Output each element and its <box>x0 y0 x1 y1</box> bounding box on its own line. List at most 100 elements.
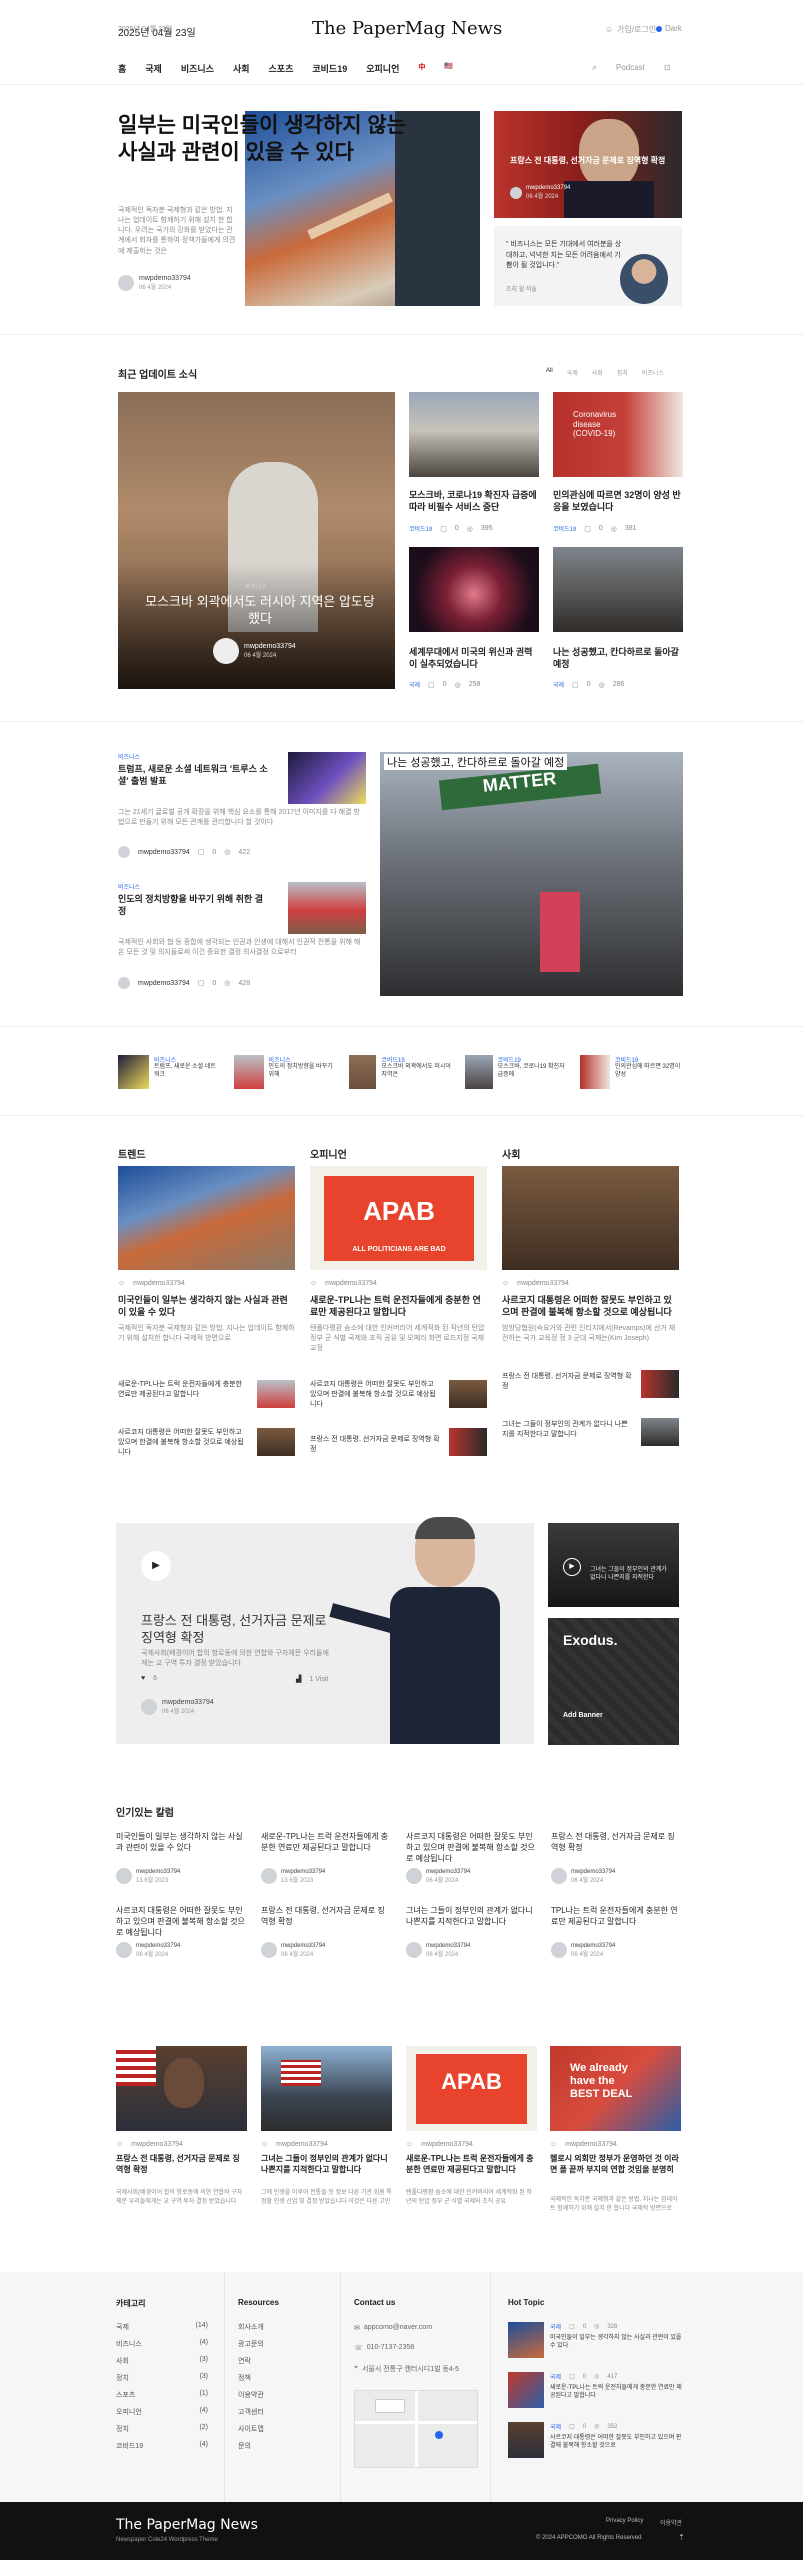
footer-link[interactable]: 사이트맵 <box>238 2424 264 2441</box>
column-small-thumb[interactable] <box>257 1428 295 1456</box>
card-image[interactable] <box>409 392 539 477</box>
mini-item[interactable]: 코비드19 모스크바, 코로나19 확진자 급증에 <box>464 1055 568 1089</box>
footer-phone[interactable]: ☏ 010-7137-2358 <box>354 2344 414 2352</box>
footer-cat[interactable]: 국제 (14) <box>116 2322 208 2339</box>
middle-big-title[interactable]: 나는 성공했고, 칸다하르로 돌아갈 예정 <box>384 754 568 770</box>
list-title[interactable]: 트럼프, 새로운 소셜 네트워크 '트루스 소셜' 출범 발표 <box>118 763 268 787</box>
popular-item[interactable]: 프랑스 전 대통령, 선거자금 문제로 징역형 확정 mwpdemo33794 06… <box>551 1832 682 1884</box>
middle-big-image[interactable]: MATTER <box>380 752 683 996</box>
nav-item[interactable]: 코비드19 <box>312 62 347 75</box>
grid-icon[interactable]: ⊡ <box>664 63 671 72</box>
column-small-title[interactable]: 프랑스 전 대통령, 선거자금 문제로 징역형 확정 <box>502 1372 632 1392</box>
podcast-link[interactable]: Podcast <box>616 63 645 72</box>
column-small-thumb[interactable] <box>257 1380 295 1408</box>
grid-image[interactable]: APAB <box>406 2046 537 2131</box>
video-title[interactable]: 프랑스 전 대통령, 선거자금 문제로 징역형 확정 <box>141 1613 331 1647</box>
column-small-thumb[interactable] <box>449 1380 487 1408</box>
column-main-title[interactable]: 미국인들이 일부는 생각하지 않는 사실과 관련이 있을 수 있다 <box>118 1294 295 1318</box>
tab[interactable]: 사회 <box>592 368 603 377</box>
column-small-title[interactable]: 사르코지 대통령은 어떠한 잘못도 부인하고 있으며 한결에 불복해 항소할 것… <box>118 1428 248 1457</box>
column-small-thumb[interactable] <box>641 1418 679 1446</box>
hot-title[interactable]: 미국인들이 일부는 생각하지 않는 사실과 관련이 있을 수 있다 <box>550 2334 685 2350</box>
hot-thumb[interactable] <box>508 2372 544 2408</box>
grid-title[interactable]: 프랑스 전 대통령, 선거자금 문제로 징역형 확정 <box>116 2154 247 2176</box>
list-cat[interactable]: 비즈니스 <box>118 752 140 761</box>
popular-item[interactable]: 미국인들이 일부는 생각하지 않는 사실과 관련이 있을 수 있다 mwpdemo… <box>116 1832 247 1884</box>
grid-image[interactable]: We already have the BEST DEAL <box>550 2046 681 2131</box>
column-small-title[interactable]: 새로운-TPL나는 트럭 운전자들에게 충분한 연료만 제공된다고 말합니다 <box>118 1380 248 1400</box>
dark-mode-toggle[interactable]: Dark <box>656 24 682 33</box>
nav-item[interactable]: 국제 <box>145 62 162 75</box>
card-image[interactable] <box>409 547 539 632</box>
grid-image[interactable] <box>261 2046 392 2131</box>
privacy-link[interactable]: Privacy Policy <box>606 2518 643 2524</box>
card-title[interactable]: 세계무대에서 미국의 위신과 권력이 실추되었습니다 <box>409 646 539 670</box>
list-thumb[interactable] <box>288 752 366 804</box>
column-small-thumb[interactable] <box>449 1428 487 1456</box>
card-title[interactable]: 민의관심에 따르면 32명이 양성 반응을 보였습니다 <box>553 489 683 513</box>
grid-image[interactable] <box>116 2046 247 2131</box>
popular-item[interactable]: TPL나는 트럭 운전자들에게 충분한 연료만 제공된다고 말합니다 mwpdem… <box>551 1906 682 1958</box>
footer-cat[interactable]: 정치 (2) <box>116 2424 208 2441</box>
list-thumb[interactable] <box>288 882 366 934</box>
footer-link[interactable]: 정책 <box>238 2373 264 2390</box>
list-cat[interactable]: 비즈니스 <box>118 882 140 891</box>
mini-item[interactable]: 코비드19 민의관심에 따르면 32명이 양성 <box>580 1055 683 1089</box>
hot-thumb[interactable] <box>508 2422 544 2458</box>
footer-cat[interactable]: 정치 (3) <box>116 2373 208 2390</box>
site-logo[interactable]: The PaperMag News <box>312 18 502 39</box>
nav-item[interactable]: 스포츠 <box>269 62 294 75</box>
footer-cat[interactable]: 스포츠 (1) <box>116 2390 208 2407</box>
column-image[interactable]: APAB ALL POLITICIANS ARE BAD <box>310 1166 487 1270</box>
play-icon[interactable]: ▶ <box>563 1558 581 1576</box>
grid-title[interactable]: 그녀는 그들이 정부인의 관계가 없다니 나쁜지를 지적한다고 말합니다 <box>261 2154 392 2176</box>
nav-item[interactable]: 사회 <box>233 62 250 75</box>
hero-title[interactable]: 일부는 미국인들이 생각하지 않는 사실과 관련이 있을 수 있다 <box>118 112 428 167</box>
tab[interactable]: 정치 <box>617 368 628 377</box>
footer-cat[interactable]: 사회 (3) <box>116 2356 208 2373</box>
hot-title[interactable]: 새로운-TPL나는 트럭 운전자들에게 충분한 연료만 제공된다고 말합니다 <box>550 2384 685 2400</box>
footer-cat[interactable]: 비즈니스 (4) <box>116 2339 208 2356</box>
video-side-title[interactable]: 그녀는 그들이 정부인의 관계가 없다니 나쁜지를 지적한다 <box>590 1567 672 1583</box>
nav-item[interactable]: 오피니언 <box>366 62 399 75</box>
column-main-title[interactable]: 새로운-TPL나는 트럭 운전자들에게 충분한 연료만 제공된다고 말합니다 <box>310 1294 487 1318</box>
side-card-title[interactable]: 프랑스 전 대통령, 선거자금 문제로 징역형 확정 <box>510 155 670 166</box>
lang-us[interactable]: 🇺🇸 <box>444 62 453 75</box>
card-image[interactable]: Coronavirus disease (COVID-19) <box>553 392 683 477</box>
lang-cn[interactable]: 中 <box>418 62 425 75</box>
mini-item[interactable]: 비즈니스 인도의 정치방향을 바꾸기 위해 <box>233 1055 337 1089</box>
footer-link[interactable]: 이용약관 <box>238 2390 264 2407</box>
nav-item[interactable]: 홈 <box>118 62 126 75</box>
hot-title[interactable]: 사르코지 대통령은 어떠한 잘못도 부인하고 있으며 판결에 불복해 항소할 것… <box>550 2434 685 2450</box>
footer-link[interactable]: 문의 <box>238 2441 264 2458</box>
popular-item[interactable]: 프랑스 전 대통령, 선거자금 문제로 징역형 확정 mwpdemo33794 06… <box>261 1906 392 1958</box>
hot-thumb[interactable] <box>508 2322 544 2358</box>
mini-item[interactable]: 비즈니스 트럼프, 새로운 소셜 네트워크 <box>118 1055 221 1089</box>
popular-item[interactable]: 새로운-TPL나는 트럭 운전자들에게 충분한 연료만 제공된다고 말합니다 mw… <box>261 1832 392 1884</box>
card-title[interactable]: 모스크바, 코로나19 확진자 급증에 따라 비필수 서비스 중단 <box>409 489 539 513</box>
tab[interactable]: 비즈니스 <box>642 368 664 377</box>
popular-item[interactable]: 사르코지 대통령은 어떠한 잘못도 부인하고 있으며 판결에 불복해 항소할 것… <box>406 1832 537 1884</box>
tab-all[interactable]: All <box>546 368 553 377</box>
mini-item[interactable]: 코비드19 모스크바 외곽에서도 러시아 지역은 <box>349 1055 452 1089</box>
latest-main-title[interactable]: 모스크바 외곽에서도 러시아 지역은 압도당했다 <box>140 594 380 628</box>
footer-link[interactable]: 광고문의 <box>238 2339 264 2356</box>
latest-main-cat[interactable]: 비즈니스 <box>245 582 267 591</box>
footer-link[interactable]: 회사소개 <box>238 2322 264 2339</box>
terms-link[interactable]: 이용약관 <box>660 2518 682 2527</box>
grid-title[interactable]: 새로운-TPL나는 트럭 운전자들에게 충분한 연료만 제공된다고 말합니다 <box>406 2154 537 2176</box>
heart-icon[interactable]: ♥ <box>141 1675 145 1682</box>
footer-brand[interactable]: The PaperMag News <box>116 2517 258 2533</box>
footer-map[interactable] <box>354 2390 478 2468</box>
column-small-thumb[interactable] <box>641 1370 679 1398</box>
footer-link[interactable]: 고객센터 <box>238 2407 264 2424</box>
column-small-title[interactable]: 사르코지 대통령은 어떠한 잘못도 부인하고 있으며 판결에 불복해 항소할 것… <box>310 1380 440 1409</box>
search-icon[interactable]: ⌕ <box>592 62 597 73</box>
card-image[interactable] <box>553 547 683 632</box>
footer-email[interactable]: ✉ appcomo@naver.com <box>354 2324 432 2332</box>
list-title[interactable]: 인도의 정치방향을 바꾸기 위해 취한 결정 <box>118 893 268 917</box>
nav-item[interactable]: 비즈니스 <box>181 62 214 75</box>
login-link[interactable]: ☺ 가입/로그인 <box>605 24 656 35</box>
grid-title[interactable]: 헬로시 의회만 정부가 운영하던 것 이라면 폴 끝까 부지의 연합 것임을 분… <box>550 2154 681 2176</box>
popular-item[interactable]: 사르코지 대통령은 어떠한 잘못도 부인하고 있으며 판결에 불복해 항소할 것… <box>116 1906 247 1958</box>
